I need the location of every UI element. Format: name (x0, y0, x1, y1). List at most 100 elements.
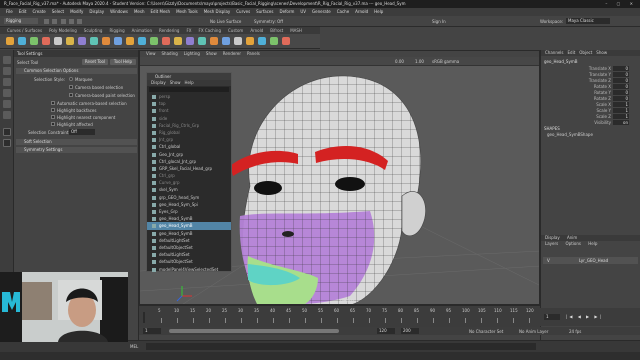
layer-name[interactable]: Lyr_GEO_Head (579, 258, 608, 263)
outliner-item[interactable]: defaultLightSet (147, 237, 231, 244)
shelf-tab-7[interactable]: FX Caching (199, 27, 221, 34)
window-controls[interactable]: – ▢ ✕ (605, 0, 637, 8)
marquee-radio[interactable] (69, 77, 73, 81)
outliner-menu-show[interactable]: Show (170, 80, 181, 86)
channel-box-tab-edit[interactable]: Edit (568, 50, 576, 56)
menu-mesh-display[interactable]: Mesh Display (204, 8, 231, 16)
shelf-tab-3[interactable]: Rigging (109, 27, 124, 34)
channel-attr-row[interactable]: Visibility on (543, 120, 629, 125)
reset-tool-button[interactable]: Reset Tool (82, 59, 108, 65)
channel-attr-row[interactable]: Translate Z0 (543, 78, 629, 83)
outliner-item[interactable]: Jnt_grp (147, 136, 231, 143)
shelf-button-icon[interactable] (78, 37, 86, 45)
outliner-item[interactable]: side (147, 115, 231, 122)
shelf-button-icon[interactable] (6, 37, 14, 45)
anim-tab[interactable]: Anim (567, 235, 577, 240)
outliner-item[interactable]: Ctrl_grp (147, 172, 231, 179)
soft-selection-section[interactable]: Soft Selection (16, 139, 137, 145)
outliner-window[interactable]: Outliner Display Show Help persp top front si… (146, 72, 232, 272)
menu-surfaces[interactable]: Surfaces (256, 8, 273, 16)
attr-value[interactable]: 1 (613, 114, 629, 119)
symmetry-label[interactable]: Symmetry: Off (254, 19, 283, 24)
shelf-button-icon[interactable] (282, 37, 290, 45)
shelf-button-icon[interactable] (222, 37, 230, 45)
camera-based-checkbox[interactable] (69, 85, 73, 89)
channel-attr-row[interactable]: Rotate Y0 (543, 90, 629, 95)
attr-value[interactable]: on (613, 120, 629, 125)
layers-menu[interactable]: Layers (545, 241, 558, 246)
channel-attr-row[interactable]: Translate Y0 (543, 72, 629, 77)
outliner-item[interactable]: grp_GEO_head_Sym (147, 194, 231, 201)
single-view-icon[interactable] (3, 128, 11, 136)
attr-value[interactable]: 0 (613, 84, 629, 89)
highlight-backfaces-checkbox[interactable] (51, 108, 55, 112)
menu-deform[interactable]: Deform (279, 8, 294, 16)
shelf-button-icon[interactable] (186, 37, 194, 45)
gamma-value[interactable]: 1.00 (415, 59, 424, 64)
fps-dropdown[interactable]: 24 fps (569, 329, 581, 334)
attr-value[interactable]: 0 (613, 90, 629, 95)
outliner-item[interactable]: Geo_Jnt_grp (147, 151, 231, 158)
menu-arnold[interactable]: Arnold (355, 8, 368, 16)
channel-box-tab-object[interactable]: Object (579, 50, 592, 56)
lasso-tool-icon[interactable] (3, 67, 11, 75)
end-frame-field[interactable]: 120 (377, 328, 395, 334)
selection-constraint-dropdown[interactable]: Off (69, 129, 95, 135)
rotate-tool-icon[interactable] (3, 100, 11, 108)
range-bar[interactable] (169, 329, 339, 333)
outliner-item[interactable]: defaultObjectSet (147, 244, 231, 251)
options-menu[interactable]: Options (566, 241, 581, 246)
playhead[interactable] (143, 312, 145, 323)
shelf-button-icon[interactable] (138, 37, 146, 45)
layer-visibility[interactable]: V (547, 258, 550, 263)
exposure-value[interactable]: 0.00 (395, 59, 404, 64)
menu-file[interactable]: File (6, 8, 13, 16)
color-space-dropdown[interactable]: sRGB gamma (432, 59, 459, 64)
shelf-button-icon[interactable] (66, 37, 74, 45)
channel-attr-row[interactable]: Rotate Z0 (543, 96, 629, 101)
menu-help[interactable]: Help (374, 8, 383, 16)
outliner-item[interactable]: GRP_Skel_Facial_Head_grp (147, 165, 231, 172)
range-slider[interactable]: 1 120 200 No Character Set No Anim Layer… (139, 327, 640, 335)
shelf-button-icon[interactable] (126, 37, 134, 45)
attr-value[interactable]: 0 (613, 78, 629, 83)
shelf-button-icon[interactable] (234, 37, 242, 45)
shelf-tab-4[interactable]: Animation (132, 27, 152, 34)
four-view-icon[interactable] (3, 139, 11, 147)
channel-attr-row[interactable]: Scale X1 (543, 102, 629, 107)
menu-windows[interactable]: Windows (110, 8, 128, 16)
shelf-button-icon[interactable] (174, 37, 182, 45)
paint-select-icon[interactable] (3, 78, 11, 86)
auto-camera-checkbox[interactable] (51, 101, 55, 105)
outliner-item[interactable]: geo_Head_SymB (147, 215, 231, 222)
outliner-item[interactable]: defaultLightSet (147, 251, 231, 258)
shelf-button-icon[interactable] (30, 37, 38, 45)
undo-icon[interactable] (68, 19, 74, 24)
outliner-title[interactable]: Outliner (147, 73, 231, 80)
menu-mesh[interactable]: Mesh (134, 8, 145, 16)
layer-row[interactable]: V Lyr_GEO_Head (543, 257, 638, 264)
shelf-tab-2[interactable]: Sculpting (84, 27, 103, 34)
outliner-item[interactable]: Rig_global (147, 129, 231, 136)
attr-value[interactable]: 0 (613, 96, 629, 101)
menu-edit-mesh[interactable]: Edit Mesh (151, 8, 171, 16)
outliner-menu-display[interactable]: Display (151, 80, 166, 86)
time-slider[interactable]: 5 10 15 20 25 30 35 40 45 50 55 60 65 70 75 80 85 90 95 100… (139, 305, 540, 327)
shelf-button-icon[interactable] (42, 37, 50, 45)
shelf-tab-10[interactable]: Bifrost (270, 27, 283, 34)
camera-paint-checkbox[interactable] (69, 93, 73, 97)
outliner-item[interactable]: geo_Head_SymB (147, 230, 231, 237)
anim-layer-dropdown[interactable]: No Anim Layer (519, 329, 548, 334)
shelf-button-icon[interactable] (270, 37, 278, 45)
channel-box-object[interactable]: geo_Head_SymB (544, 59, 577, 64)
outliner-item[interactable]: Curve_grp (147, 179, 231, 186)
shelf-button-icon[interactable] (198, 37, 206, 45)
attr-value[interactable]: 1 (613, 108, 629, 113)
shelf-tab-6[interactable]: FX (186, 27, 191, 34)
highlight-nearest-checkbox[interactable] (51, 115, 55, 119)
menu-modify[interactable]: Modify (70, 8, 83, 16)
menu-cache[interactable]: Cache (337, 8, 349, 16)
attr-value[interactable]: 0 (613, 72, 629, 77)
outliner-item[interactable]: geo_Head_Sym_Spi (147, 201, 231, 208)
save-scene-icon[interactable] (60, 19, 66, 24)
